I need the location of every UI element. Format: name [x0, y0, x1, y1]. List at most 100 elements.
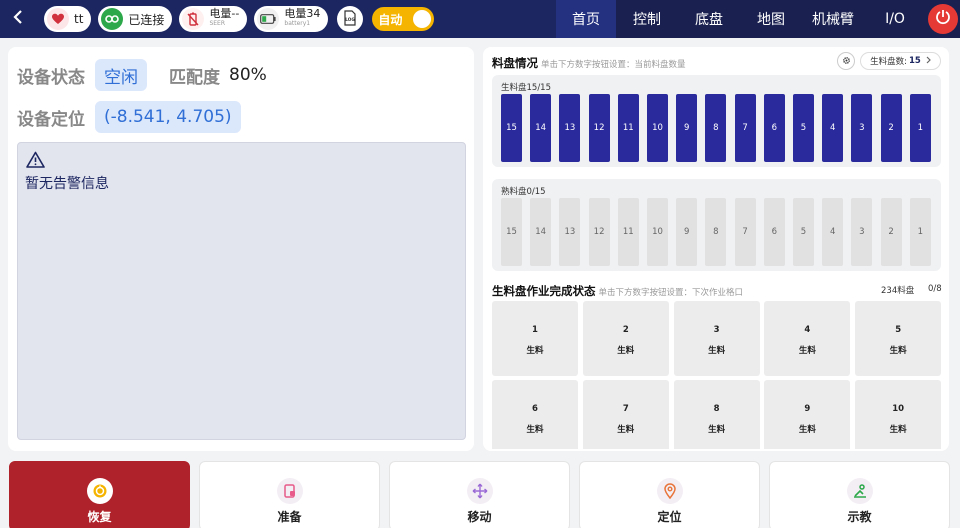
job-cell[interactable]: 10 生料	[855, 380, 941, 449]
job-cell[interactable]: 8 生料	[673, 380, 760, 449]
gear-icon	[842, 56, 851, 67]
battery1-label: 电量34	[284, 7, 321, 20]
log-button[interactable]: LOG	[337, 6, 364, 32]
job-cell-number: 7	[622, 404, 629, 414]
cooked-tray-slot[interactable]: 9	[676, 198, 698, 266]
tab-map[interactable]: 地图	[740, 0, 802, 38]
cooked-tray-slot[interactable]: 15	[501, 198, 522, 266]
cooked-tray-slot[interactable]: 12	[588, 198, 610, 266]
tray-title: 料盘情况	[492, 56, 538, 70]
log-text: LOG	[346, 17, 356, 22]
job-cell[interactable]: 6 生料	[492, 380, 578, 449]
raw-tray-slot[interactable]: 14	[530, 94, 552, 162]
prepare-button[interactable]: 准备	[199, 461, 380, 528]
tab-control[interactable]: 控制	[616, 0, 678, 38]
raw-tray-slot[interactable]: 12	[588, 94, 610, 162]
raw-tray-slot[interactable]: 11	[617, 94, 639, 162]
cooked-tray-slot[interactable]: 6	[763, 198, 785, 266]
tray-settings-button[interactable]	[837, 52, 855, 70]
raw-tray-slot[interactable]: 5	[793, 94, 814, 162]
restore-button[interactable]: 恢复	[9, 461, 190, 528]
teach-button[interactable]: 示教	[769, 461, 950, 528]
log-icon: LOG	[343, 10, 357, 28]
raw-tray-slot[interactable]: 8	[705, 94, 727, 162]
raw-tray-slot[interactable]: 10	[647, 94, 668, 162]
job-cell-kind: 生料	[708, 346, 726, 356]
chevron-left-icon	[12, 9, 24, 30]
job-cell-number: 1	[532, 325, 538, 335]
user-pill[interactable]: tt	[44, 6, 92, 32]
raw-tray-slot[interactable]: 1	[909, 94, 931, 162]
raw-tray-slot[interactable]: 7	[734, 94, 756, 162]
job-cell-number: 5	[895, 325, 902, 335]
job-total: 234料盘	[881, 286, 915, 296]
main-nav: 首页 控制 底盘 地图 机械臂 I/O	[556, 0, 960, 38]
toggle-knob	[413, 10, 432, 28]
teach-icon	[847, 478, 873, 504]
cooked-tray-slot[interactable]: 2	[880, 198, 902, 266]
device-state-label: 设备状态	[17, 67, 85, 88]
job-cell[interactable]: 9 生料	[764, 380, 851, 449]
job-cell-grid: 1 生料 2 生料 3 生料 4 生料 5 生料 6 生料 7 生料 8 生料 9 生料 10 生料	[492, 301, 941, 449]
auto-mode-toggle[interactable]: 自动	[372, 7, 435, 31]
job-progress: 0/8	[928, 284, 942, 294]
job-cell-kind: 生料	[708, 425, 726, 435]
device-position-value: (-8.541, 4.705)	[95, 101, 241, 133]
raw-tray-slot[interactable]: 3	[851, 94, 873, 162]
job-cell[interactable]: 7 生料	[582, 380, 669, 449]
job-cell[interactable]: 4 生料	[764, 301, 851, 376]
tab-io[interactable]: I/O	[864, 0, 926, 38]
device-state-row: 设备状态 空闲 匹配度 80%	[17, 59, 267, 91]
tray-panel: 料盘情况 单击下方数字按钮设置：当前料盘数量 生料盘数: 15 生料盘15/15…	[483, 47, 949, 451]
cooked-tray-slot[interactable]: 1	[909, 198, 931, 266]
raw-tray-slot[interactable]: 9	[676, 94, 698, 162]
cooked-tray-slot[interactable]: 4	[822, 198, 844, 266]
cooked-tray-slot[interactable]: 3	[851, 198, 873, 266]
move-icon	[467, 478, 493, 504]
move-button[interactable]: 移动	[389, 461, 570, 528]
device-status-panel: 设备状态 空闲 匹配度 80% 设备定位 (-8.541, 4.705) 暂无告…	[8, 47, 474, 451]
raw-tray-block: 生料盘15/15 15 14 13 12 11 10 9 8 7 6 5 4 3 2 1	[492, 75, 941, 167]
job-cell-number: 10	[892, 404, 905, 414]
job-cell[interactable]: 5 生料	[855, 301, 941, 376]
raw-tray-slot[interactable]: 15	[501, 94, 522, 162]
link-icon	[101, 8, 124, 30]
job-cell[interactable]: 1 生料	[492, 301, 578, 376]
warning-icon	[26, 151, 45, 172]
raw-tray-count-label: 生料盘数:	[870, 57, 908, 67]
raw-tray-slot[interactable]: 6	[763, 94, 785, 162]
job-cell-kind: 生料	[526, 425, 544, 435]
job-cell-number: 9	[804, 404, 811, 414]
raw-tray-slot[interactable]: 13	[559, 94, 581, 162]
job-cell[interactable]: 3 生料	[673, 301, 760, 376]
job-cell-number: 8	[713, 404, 720, 414]
connection-pill[interactable]: 已连接	[98, 6, 173, 32]
tray-header: 料盘情况 单击下方数字按钮设置：当前料盘数量	[492, 55, 686, 71]
cooked-tray-slot[interactable]: 10	[647, 198, 668, 266]
cooked-tray-slot[interactable]: 11	[617, 198, 639, 266]
emergency-stop-button[interactable]	[928, 4, 958, 34]
job-hint: 单击下方数字按钮设置：下次作业格口	[598, 288, 744, 298]
cooked-tray-slot[interactable]: 7	[734, 198, 756, 266]
raw-tray-slot[interactable]: 2	[880, 94, 902, 162]
teach-label: 示教	[847, 510, 872, 524]
job-cell-kind: 生料	[798, 425, 816, 435]
cooked-tray-slot[interactable]: 14	[530, 198, 552, 266]
locate-button[interactable]: 定位	[579, 461, 760, 528]
battery-seer-label: 电量--	[209, 7, 240, 20]
tab-home[interactable]: 首页	[556, 0, 616, 38]
cooked-tray-slot[interactable]: 5	[793, 198, 814, 266]
cooked-tray-slot[interactable]: 13	[559, 198, 581, 266]
location-pin-icon	[657, 478, 683, 504]
cooked-tray-caption: 熟料盘0/15	[501, 187, 546, 197]
cooked-tray-slot[interactable]: 8	[705, 198, 727, 266]
raw-tray-slot[interactable]: 4	[822, 94, 844, 162]
raw-tray-count-button[interactable]: 生料盘数: 15	[860, 52, 941, 70]
back-button[interactable]	[0, 0, 36, 38]
raw-tray-caption: 生料盘15/15	[501, 83, 551, 93]
job-cell[interactable]: 2 生料	[582, 301, 669, 376]
tab-chassis[interactable]: 底盘	[678, 0, 740, 38]
tab-robot-arm[interactable]: 机械臂	[802, 0, 864, 38]
device-position-row: 设备定位 (-8.541, 4.705)	[17, 101, 241, 133]
job-cell-kind: 生料	[617, 346, 635, 356]
